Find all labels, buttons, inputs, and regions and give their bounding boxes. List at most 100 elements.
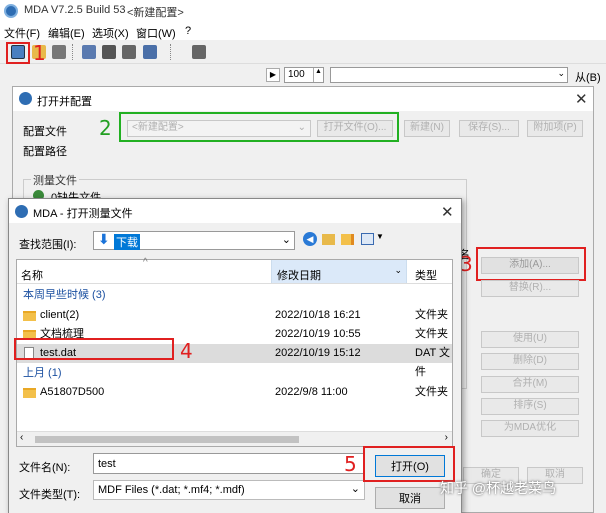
toolbar	[0, 40, 606, 64]
spin-icon[interactable]: ▲	[313, 68, 323, 82]
lookin-label: 查找范围(I):	[19, 239, 77, 251]
list-item[interactable]: A51807D500 2022/9/8 11:00 文件夹	[17, 383, 452, 402]
plugin-icon[interactable]	[192, 45, 206, 59]
horizontal-scrollbar[interactable]: ‹ ›	[17, 431, 452, 446]
chevron-down-icon[interactable]: ⌄	[394, 265, 402, 276]
new-button[interactable]: 新建(N)	[404, 120, 450, 137]
config-path-label: 配置路径	[23, 146, 67, 158]
save-icon[interactable]	[52, 45, 66, 59]
cancel-button[interactable]: 取消	[375, 487, 445, 509]
item-date: 2022/9/8 11:00	[275, 386, 348, 398]
measure-files-label: 测量文件	[31, 172, 79, 188]
scroll-thumb[interactable]	[35, 436, 299, 443]
zoom-field[interactable]: 100 ▲	[284, 67, 324, 83]
lookin-combo[interactable]: ⬇ 下载 ⌄	[93, 231, 295, 250]
close-icon[interactable]: ✕	[441, 203, 454, 221]
item-date: 2022/10/19 15:12	[275, 347, 361, 359]
item-name: A51807D500	[40, 386, 105, 398]
highlight-5	[363, 446, 455, 482]
replace-button[interactable]: 替换(R)...	[481, 280, 579, 297]
folder-icon	[23, 388, 36, 398]
app-icon	[4, 4, 18, 18]
open-config-titlebar: 打开并配置 ✕	[13, 87, 593, 111]
item-date: 2022/10/19 10:55	[275, 328, 361, 340]
use-button[interactable]: 使用(U)	[481, 331, 579, 348]
toolbar-separator-2	[170, 44, 171, 60]
channel-combo[interactable]: ⌄	[330, 67, 568, 83]
folder-icon	[23, 311, 36, 321]
open-file-titlebar: MDA - 打开测量文件 ✕	[9, 199, 461, 223]
view-menu-icon[interactable]	[361, 233, 374, 245]
filename-input[interactable]: test	[93, 453, 365, 474]
item-type: DAT 文件	[415, 347, 451, 378]
menu-bar: 文件(F) 编辑(E) 选项(X) 窗口(W) ?	[0, 22, 606, 40]
download-arrow-icon: ⬇	[98, 231, 110, 247]
remove-button[interactable]: 删除(D)	[481, 353, 579, 370]
save-button[interactable]: 保存(S)...	[459, 120, 519, 137]
item-type: 文件夹	[415, 309, 448, 321]
merge-button[interactable]: 合并(M)	[481, 376, 579, 393]
col-type[interactable]: 类型	[415, 267, 437, 283]
menu-edit[interactable]: 编辑(E)	[48, 25, 85, 41]
chart-icon[interactable]	[102, 45, 116, 59]
filetype-value: MDF Files (*.dat; *.mf4; *.mdf)	[98, 484, 245, 496]
annotation-5: 5	[344, 452, 357, 476]
second-toolbar: ▶ 100 ▲ ⌄ 从(B)	[0, 64, 606, 86]
filetype-label: 文件类型(T):	[19, 489, 81, 501]
menu-window[interactable]: 窗口(W)	[136, 25, 176, 41]
new-folder-icon[interactable]	[341, 234, 354, 245]
zoom-value: 100	[288, 69, 305, 80]
list-icon[interactable]	[82, 45, 96, 59]
back-icon[interactable]: ◀	[303, 232, 317, 246]
app-titlebar: MDA V7.2.5 Build 53 <新建配置>	[0, 0, 606, 22]
app-title: MDA V7.2.5 Build 53	[24, 4, 126, 16]
toolbar-separator	[72, 44, 73, 60]
filter-icon[interactable]	[122, 45, 136, 59]
chevron-down-icon[interactable]: ⌄	[351, 482, 360, 495]
item-type: 文件夹	[415, 328, 448, 340]
open-config-title: 打开并配置	[37, 96, 92, 108]
highlight-4	[14, 338, 174, 360]
from-label: 从(B)	[575, 72, 601, 84]
group-header-this-week: 本周早些时候 (3)	[23, 289, 106, 301]
menu-options[interactable]: 选项(X)	[92, 25, 129, 41]
config-file-label: 配置文件	[23, 126, 67, 138]
mda-format-button[interactable]: 为MDA优化	[481, 420, 579, 437]
scroll-left-icon[interactable]: ‹	[20, 432, 23, 443]
annotation-1: 1	[33, 41, 46, 65]
item-date: 2022/10/18 16:21	[275, 309, 361, 321]
highlight-3	[476, 247, 586, 281]
filetype-select[interactable]: MDF Files (*.dat; *.mf4; *.mdf) ⌄	[93, 480, 365, 500]
sort-up-icon: ^	[143, 257, 148, 268]
app-config-name: <新建配置>	[127, 7, 184, 19]
calc-icon[interactable]	[143, 45, 157, 59]
up-folder-icon[interactable]	[322, 234, 335, 245]
dialog-icon	[19, 92, 32, 105]
filename-value: test	[98, 458, 116, 470]
close-icon[interactable]: ✕	[575, 90, 588, 108]
view-dropdown-icon[interactable]: ▼	[376, 232, 384, 241]
menu-file[interactable]: 文件(F)	[4, 25, 40, 41]
highlight-1	[6, 42, 30, 64]
menu-help[interactable]: ?	[185, 25, 191, 37]
open-file-title: MDA - 打开测量文件	[33, 208, 133, 220]
scroll-right-icon[interactable]: ▶	[266, 68, 280, 82]
scroll-right-icon[interactable]: ›	[445, 432, 448, 443]
list-item[interactable]: client(2) 2022/10/18 16:21 文件夹	[17, 306, 452, 325]
chevron-down-icon[interactable]: ⌄	[282, 233, 291, 246]
item-name: client(2)	[40, 309, 80, 321]
sort-button[interactable]: 排序(S)	[481, 398, 579, 415]
item-type: 文件夹	[415, 386, 448, 398]
annotation-2: 2	[99, 116, 112, 140]
col-date: 修改日期	[277, 270, 321, 282]
chevron-down-icon[interactable]: ⌄	[557, 68, 565, 79]
attach-button[interactable]: 附加项(P)	[527, 120, 583, 137]
filename-label: 文件名(N):	[19, 462, 71, 474]
col-date-header[interactable]: 修改日期 ⌄	[271, 260, 407, 283]
watermark: 知乎 @杯越老菜鸟	[440, 480, 557, 496]
highlight-2	[119, 112, 399, 142]
col-name[interactable]: 名称	[21, 267, 43, 283]
annotation-4: 4	[180, 339, 193, 363]
lookin-value: 下载	[114, 234, 140, 250]
dialog-icon	[15, 205, 28, 218]
